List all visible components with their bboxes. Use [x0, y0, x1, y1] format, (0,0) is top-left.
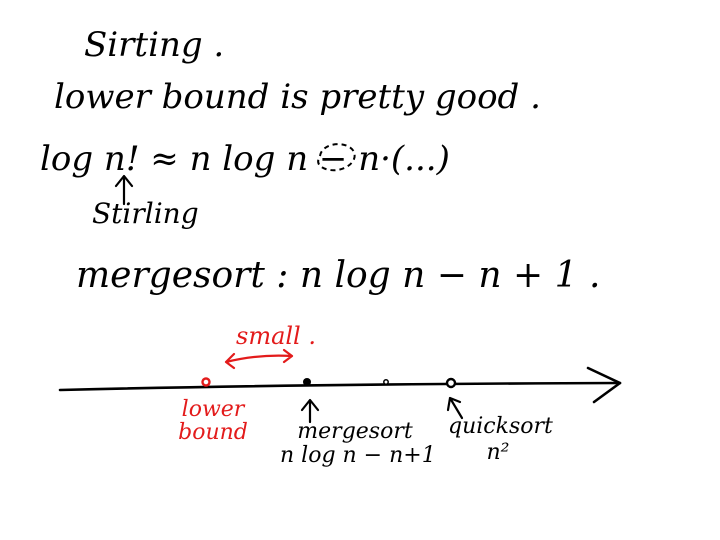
- mergesort-point: [303, 378, 311, 386]
- small-gap-double-arrow-icon: [224, 348, 294, 370]
- whiteboard-canvas: Sirting . lower bound is pretty good . l…: [0, 0, 720, 540]
- mergesort-arrow-icon: [300, 398, 320, 424]
- number-line: [58, 381, 622, 392]
- quicksort-point: [445, 377, 457, 389]
- stirling-arrow-icon: [114, 174, 134, 206]
- midpoint-tick: [383, 379, 389, 385]
- quicksort-arrow-icon: [446, 396, 464, 420]
- number-line-arrowhead-icon: [586, 366, 622, 404]
- ink-strokes: [58, 143, 622, 424]
- dashed-placeholder-circle: [317, 143, 356, 172]
- lower-bound-point: [201, 377, 211, 387]
